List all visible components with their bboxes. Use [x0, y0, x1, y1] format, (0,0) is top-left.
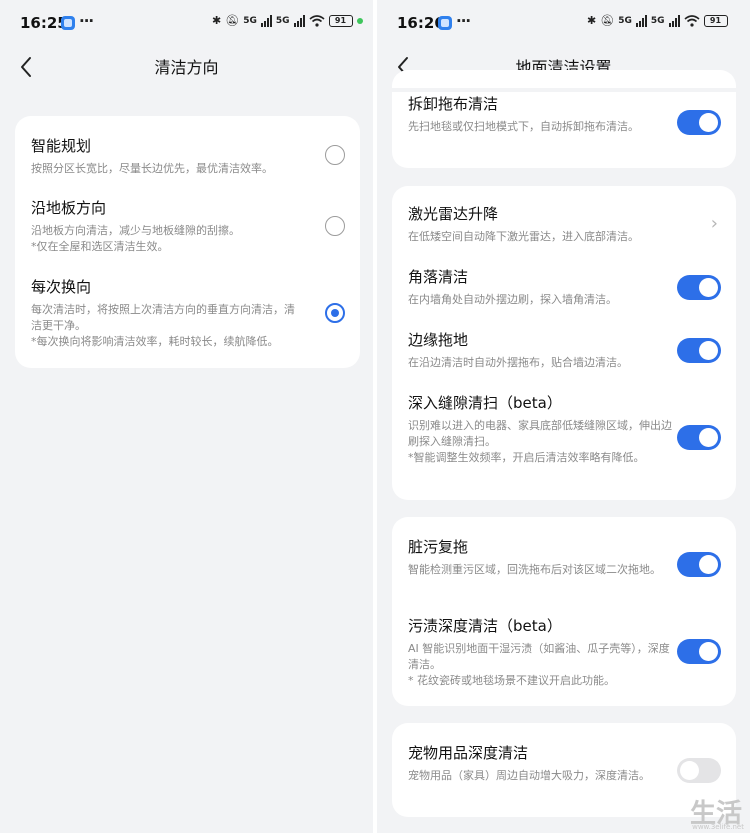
- setting-desc: AI 智能识别地面干湿污渍（如酱油、瓜子壳等），深度清洁。 * 花纹瓷砖或地毯场…: [408, 642, 670, 687]
- setting-desc: 在低矮空间自动降下激光雷达，进入底部清洁。: [408, 230, 639, 243]
- option-radio[interactable]: [325, 216, 345, 236]
- setting-title: 污渍深度清洁（beta）: [408, 617, 562, 635]
- app-notification-icon: [438, 16, 452, 30]
- toggle-switch-on[interactable]: [677, 338, 721, 363]
- network-type-1: 5G: [618, 15, 632, 26]
- more-notifications-icon: ···: [456, 12, 471, 30]
- status-bar: 16:25 ··· ✱ 🔕︎ 5G 5G 91: [0, 0, 373, 44]
- signal-2-icon: [668, 14, 680, 27]
- mute-icon: 🔕︎: [600, 14, 615, 27]
- toggle-switch-on[interactable]: [677, 110, 721, 135]
- option-desc: 沿地板方向清洁，减少与地板缝隙的刮擦。 *仅在全屋和选区清洁生效。: [31, 224, 240, 253]
- mute-icon: 🔕︎: [225, 14, 240, 27]
- network-type-2: 5G: [275, 15, 290, 26]
- setting-title: 角落清洁: [408, 268, 469, 286]
- setting-title: 拆卸拖布清洁: [408, 95, 499, 113]
- option-title: 智能规划: [31, 137, 92, 155]
- toggle-switch-on[interactable]: [677, 425, 721, 450]
- bluetooth-icon: ✱: [212, 14, 222, 27]
- setting-title: 脏污复拖: [408, 538, 469, 556]
- option-title: 沿地板方向: [31, 199, 107, 217]
- settings-card-3: 脏污复拖 智能检测重污区域，回洗拖布后对该区域二次拖地。 污渍深度清洁（beta…: [392, 517, 736, 706]
- option-desc: 按照分区长宽比，尽量长边优先，最优清洁效率。: [31, 162, 273, 175]
- app-notification-icon: [61, 16, 75, 30]
- option-radio-selected[interactable]: [325, 303, 345, 323]
- network-type-2: 5G: [650, 15, 665, 26]
- settings-card-2: 激光雷达升降 在低矮空间自动降下激光雷达，进入底部清洁。 › 角落清洁 在内墙角…: [392, 186, 736, 500]
- signal-1-icon: [260, 14, 272, 27]
- floor-cleaning-settings-screen: 16:26 ··· ✱ 🔕︎ 5G 5G 91 地面清洁设置 拆卸拖布清洁 先扫…: [377, 0, 750, 833]
- setting-title: 宠物用品深度清洁: [408, 744, 529, 762]
- page-title: 清洁方向: [154, 58, 219, 77]
- setting-title: 边缘拖地: [408, 331, 469, 349]
- setting-desc: 在沿边清洁时自动外摆拖布，贴合墙边清洁。: [408, 356, 628, 369]
- watermark-url: www.3elife.net: [692, 823, 744, 831]
- status-icons: ✱ 🔕︎ 5G 5G 91: [212, 14, 363, 27]
- bluetooth-icon: ✱: [587, 14, 597, 27]
- signal-1-icon: [635, 14, 647, 27]
- setting-desc: 先扫地毯或仅扫地模式下，自动拆卸拖布清洁。: [408, 120, 639, 133]
- setting-title: 激光雷达升降: [408, 205, 499, 223]
- toggle-switch-on[interactable]: [677, 275, 721, 300]
- battery-icon: 91: [703, 14, 728, 27]
- battery-icon: 91: [328, 14, 353, 27]
- signal-2-icon: [293, 14, 305, 27]
- toggle-switch-on[interactable]: [677, 552, 721, 577]
- camera-indicator-dot: [356, 17, 363, 24]
- option-radio[interactable]: [325, 145, 345, 165]
- direction-screen: 16:25 ··· ✱ 🔕︎ 5G 5G 91 清洁方向 智能规划 按照分区长宽…: [0, 0, 373, 833]
- status-bar: 16:26 ··· ✱ 🔕︎ 5G 5G 91: [377, 0, 750, 44]
- toggle-switch-off[interactable]: [677, 758, 721, 783]
- settings-card-1: 拆卸拖布清洁 先扫地毯或仅扫地模式下，自动拆卸拖布清洁。: [392, 70, 736, 168]
- network-type-1: 5G: [243, 15, 257, 26]
- nav-bar: 清洁方向: [0, 44, 373, 88]
- wifi-icon: [683, 14, 700, 27]
- wifi-icon: [308, 14, 325, 27]
- site-watermark: 生活 www.3elife.net: [652, 791, 748, 831]
- direction-options-card: 智能规划 按照分区长宽比，尽量长边优先，最优清洁效率。 沿地板方向 沿地板方向清…: [15, 116, 360, 368]
- more-notifications-icon: ···: [79, 12, 94, 30]
- setting-desc: 智能检测重污区域，回洗拖布后对该区域二次拖地。: [408, 563, 661, 576]
- status-icons: ✱ 🔕︎ 5G 5G 91: [587, 14, 728, 27]
- toggle-switch-on[interactable]: [677, 639, 721, 664]
- chevron-right-icon[interactable]: ›: [711, 213, 718, 234]
- option-desc: 每次清洁时，将按照上次清洁方向的垂直方向清洁，清洁更干净。 *每次换向将影响清洁…: [31, 303, 295, 348]
- scroll-top-edge: [377, 88, 750, 92]
- option-title: 每次换向: [31, 278, 92, 296]
- setting-desc: 在内墙角处自动外摆边刷，探入墙角清洁。: [408, 293, 617, 306]
- setting-desc: 宠物用品（家具）周边自动增大吸力，深度清洁。: [408, 769, 650, 782]
- setting-title: 深入缝隙清扫（beta）: [408, 394, 562, 412]
- setting-desc: 识别难以进入的电器、家具底部低矮缝隙区域，伸出边刷探入缝隙清扫。 *智能调整生效…: [408, 419, 672, 464]
